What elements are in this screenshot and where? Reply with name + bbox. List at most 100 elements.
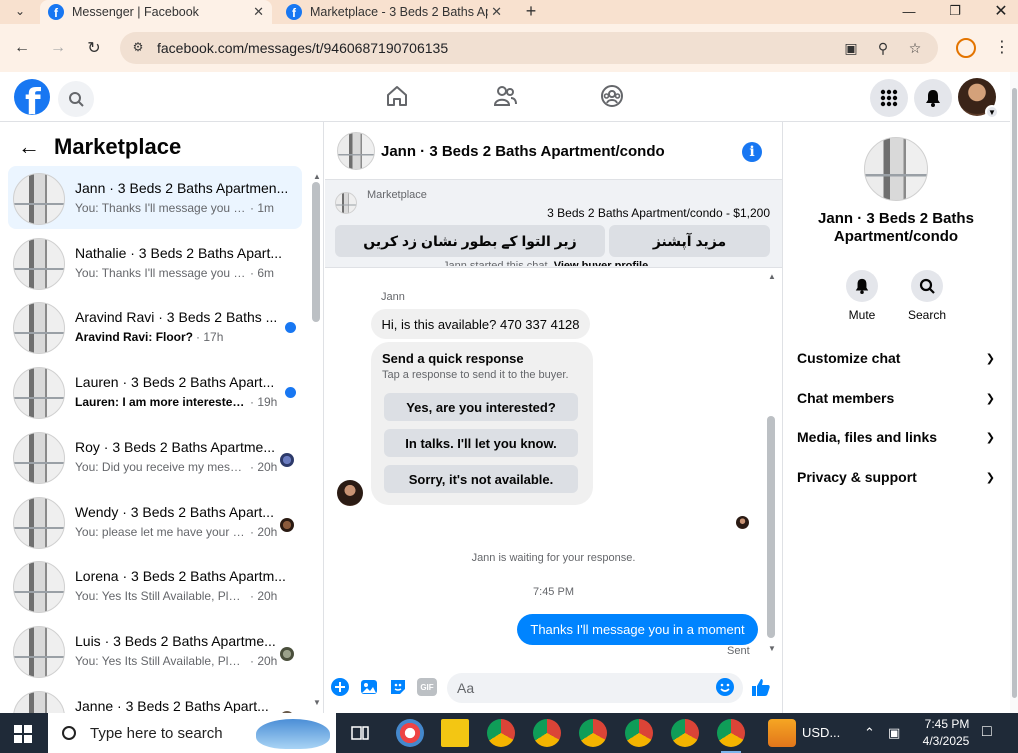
list-item-lauren[interactable]: Lauren · 3 Beds 2 Baths Apart... Lauren:… bbox=[8, 360, 302, 423]
close-window-icon[interactable]: ✕ bbox=[978, 0, 1018, 22]
logo-letter: f bbox=[25, 82, 41, 115]
emoji-icon[interactable] bbox=[715, 677, 735, 697]
clock-date[interactable]: 4/3/2025 bbox=[912, 734, 980, 748]
chevron-down-icon: ❯ bbox=[985, 431, 995, 444]
sticky-notes-icon[interactable] bbox=[441, 719, 469, 747]
list-item-aravind[interactable]: Aravind Ravi · 3 Beds 2 Baths ... Aravin… bbox=[8, 295, 302, 358]
tab-marketplace[interactable]: f Marketplace - 3 Beds 2 Baths Ap ✕ bbox=[278, 0, 510, 24]
outgoing-message[interactable]: Thanks I'll message you in a moment bbox=[517, 614, 758, 645]
quick-reply-yes-button[interactable]: Yes, are you interested? bbox=[384, 393, 578, 421]
chat-members-section[interactable]: Chat members ❯ bbox=[797, 390, 995, 406]
page-scrollbar[interactable] bbox=[1010, 72, 1018, 713]
star-icon[interactable]: ☆ bbox=[906, 40, 924, 58]
plus-icon[interactable]: + bbox=[522, 0, 540, 22]
task-view-icon[interactable] bbox=[346, 719, 374, 747]
stocks-icon[interactable] bbox=[768, 719, 796, 747]
listing-thumbnail bbox=[13, 626, 65, 678]
preview-time: · 1m bbox=[250, 201, 274, 215]
groups-icon[interactable] bbox=[599, 83, 625, 109]
chrome-icon[interactable] bbox=[671, 719, 699, 747]
clock-time[interactable]: 7:45 PM bbox=[916, 717, 978, 731]
profile-icon[interactable] bbox=[956, 38, 976, 58]
list-item-jann[interactable]: Jann · 3 Beds 2 Baths Apartmen... You: T… bbox=[8, 166, 302, 229]
avatar[interactable]: ▼ bbox=[958, 78, 999, 119]
windows-icon[interactable] bbox=[14, 725, 32, 743]
tray-chevron-icon[interactable]: ⌃ bbox=[864, 725, 875, 741]
conversation-name: Luis · 3 Beds 2 Baths Apartme... bbox=[75, 633, 276, 649]
chrome-icon[interactable] bbox=[487, 719, 515, 747]
page-scrollbar-thumb[interactable] bbox=[1012, 88, 1017, 698]
notification-center-icon[interactable]: □ bbox=[982, 723, 992, 741]
mark-pending-button[interactable]: زیر التوا کے بطور نشان زد کریں bbox=[335, 225, 605, 257]
gif-icon[interactable]: GIF bbox=[417, 678, 437, 696]
tab-messenger[interactable]: f Messenger | Facebook ✕ bbox=[40, 0, 272, 24]
home-icon[interactable] bbox=[384, 83, 410, 109]
chrome-icon[interactable] bbox=[579, 719, 607, 747]
listing-thumbnail bbox=[13, 238, 65, 290]
list-item-nathalie[interactable]: Nathalie · 3 Beds 2 Baths Apart... You: … bbox=[8, 231, 302, 294]
quick-response-subtitle: Tap a response to send it to the buyer. bbox=[382, 369, 569, 381]
listing-thumbnail bbox=[13, 302, 65, 354]
list-item-janne[interactable]: Janne · 3 Beds 2 Baths Apart... bbox=[8, 684, 302, 713]
reload-icon[interactable]: ↻ bbox=[82, 36, 106, 60]
close-icon[interactable]: ✕ bbox=[491, 4, 502, 20]
scroll-up-icon[interactable]: ▲ bbox=[313, 172, 321, 181]
list-item-roy[interactable]: Roy · 3 Beds 2 Baths Apartme... You: Did… bbox=[8, 425, 302, 488]
scroll-down-icon[interactable]: ▼ bbox=[313, 698, 321, 707]
chrome-icon[interactable] bbox=[717, 719, 745, 753]
chat-title[interactable]: Jann · 3 Beds 2 Baths Apartment/condo bbox=[381, 143, 665, 160]
site-info-icon[interactable]: ⚙ bbox=[130, 40, 146, 56]
menu-button[interactable] bbox=[870, 79, 908, 117]
thumbs-up-icon[interactable] bbox=[751, 677, 771, 697]
customize-chat-section[interactable]: Customize chat ❯ bbox=[797, 350, 995, 366]
url-text[interactable]: facebook.com/messages/t/9460687190706135 bbox=[157, 40, 448, 56]
sidebar-scrollbar[interactable] bbox=[312, 182, 320, 322]
scroll-down-icon[interactable]: ▼ bbox=[768, 644, 776, 653]
plus-circle-icon[interactable] bbox=[330, 677, 350, 697]
sticker-icon[interactable] bbox=[388, 677, 408, 697]
kebab-icon[interactable]: ⋮ bbox=[994, 37, 1010, 57]
listing-thumbnail[interactable] bbox=[337, 132, 375, 170]
ticker-text[interactable]: USD... bbox=[802, 725, 840, 740]
avatar[interactable] bbox=[337, 480, 363, 506]
search-chat-button[interactable]: Search bbox=[902, 270, 952, 322]
chat-scrollbar[interactable] bbox=[767, 416, 775, 638]
close-icon[interactable]: ✕ bbox=[253, 4, 264, 20]
more-options-button[interactable]: مزید آپشنز bbox=[609, 225, 770, 257]
tab-title: Marketplace - 3 Beds 2 Baths Ap bbox=[310, 5, 488, 19]
friends-icon[interactable] bbox=[492, 83, 518, 109]
facebook-logo[interactable]: f bbox=[14, 79, 50, 115]
listing-thumbnail[interactable] bbox=[864, 137, 928, 201]
mute-button[interactable]: Mute bbox=[837, 270, 887, 322]
menu-chevron-icon[interactable]: ⌄ bbox=[8, 0, 32, 22]
network-icon[interactable]: ▣ bbox=[888, 725, 900, 741]
chrome-icon[interactable] bbox=[625, 719, 653, 747]
list-item-luis[interactable]: Luis · 3 Beds 2 Baths Apartme... You: Ye… bbox=[8, 619, 302, 682]
zoom-icon[interactable]: ⚲ bbox=[874, 40, 892, 58]
quick-reply-in-talks-button[interactable]: In talks. I'll let you know. bbox=[384, 429, 578, 457]
chrome-icon[interactable] bbox=[533, 719, 561, 747]
back-arrow-icon[interactable]: ← bbox=[18, 134, 40, 160]
address-bar[interactable]: ⚙ facebook.com/messages/t/94606871907061… bbox=[120, 32, 938, 64]
taskbar-search[interactable]: Type here to search bbox=[48, 713, 336, 753]
restore-icon[interactable]: ❐ bbox=[932, 0, 978, 22]
quick-reply-not-available-button[interactable]: Sorry, it's not available. bbox=[384, 465, 578, 493]
list-item-lorena[interactable]: Lorena · 3 Beds 2 Baths Apartm... You: Y… bbox=[8, 554, 302, 617]
app-icon[interactable] bbox=[396, 719, 424, 747]
media-files-section[interactable]: Media, files and links ❯ bbox=[797, 429, 995, 445]
photo-icon[interactable] bbox=[359, 677, 379, 697]
incoming-message[interactable]: Hi, is this available? 470 337 4128 bbox=[371, 309, 590, 339]
scroll-up-icon[interactable]: ▲ bbox=[768, 272, 776, 281]
minimize-icon[interactable]: — bbox=[886, 0, 932, 22]
info-icon[interactable]: i bbox=[742, 142, 762, 162]
facebook-search-button[interactable] bbox=[58, 81, 94, 117]
forward-arrow-icon[interactable]: → bbox=[46, 36, 70, 60]
notifications-button[interactable] bbox=[914, 79, 952, 117]
privacy-support-section[interactable]: Privacy & support ❯ bbox=[797, 469, 995, 485]
back-arrow-icon[interactable]: ← bbox=[10, 36, 34, 60]
listing-title[interactable]: 3 Beds 2 Baths Apartment/condo - $1,200 bbox=[547, 206, 770, 220]
message-input[interactable] bbox=[447, 673, 743, 703]
chat-panel: Jann · 3 Beds 2 Baths Apartment/condo i … bbox=[325, 122, 782, 713]
list-item-wendy[interactable]: Wendy · 3 Beds 2 Baths Apart... You: ple… bbox=[8, 490, 302, 553]
install-icon[interactable]: ▣ bbox=[842, 40, 860, 58]
